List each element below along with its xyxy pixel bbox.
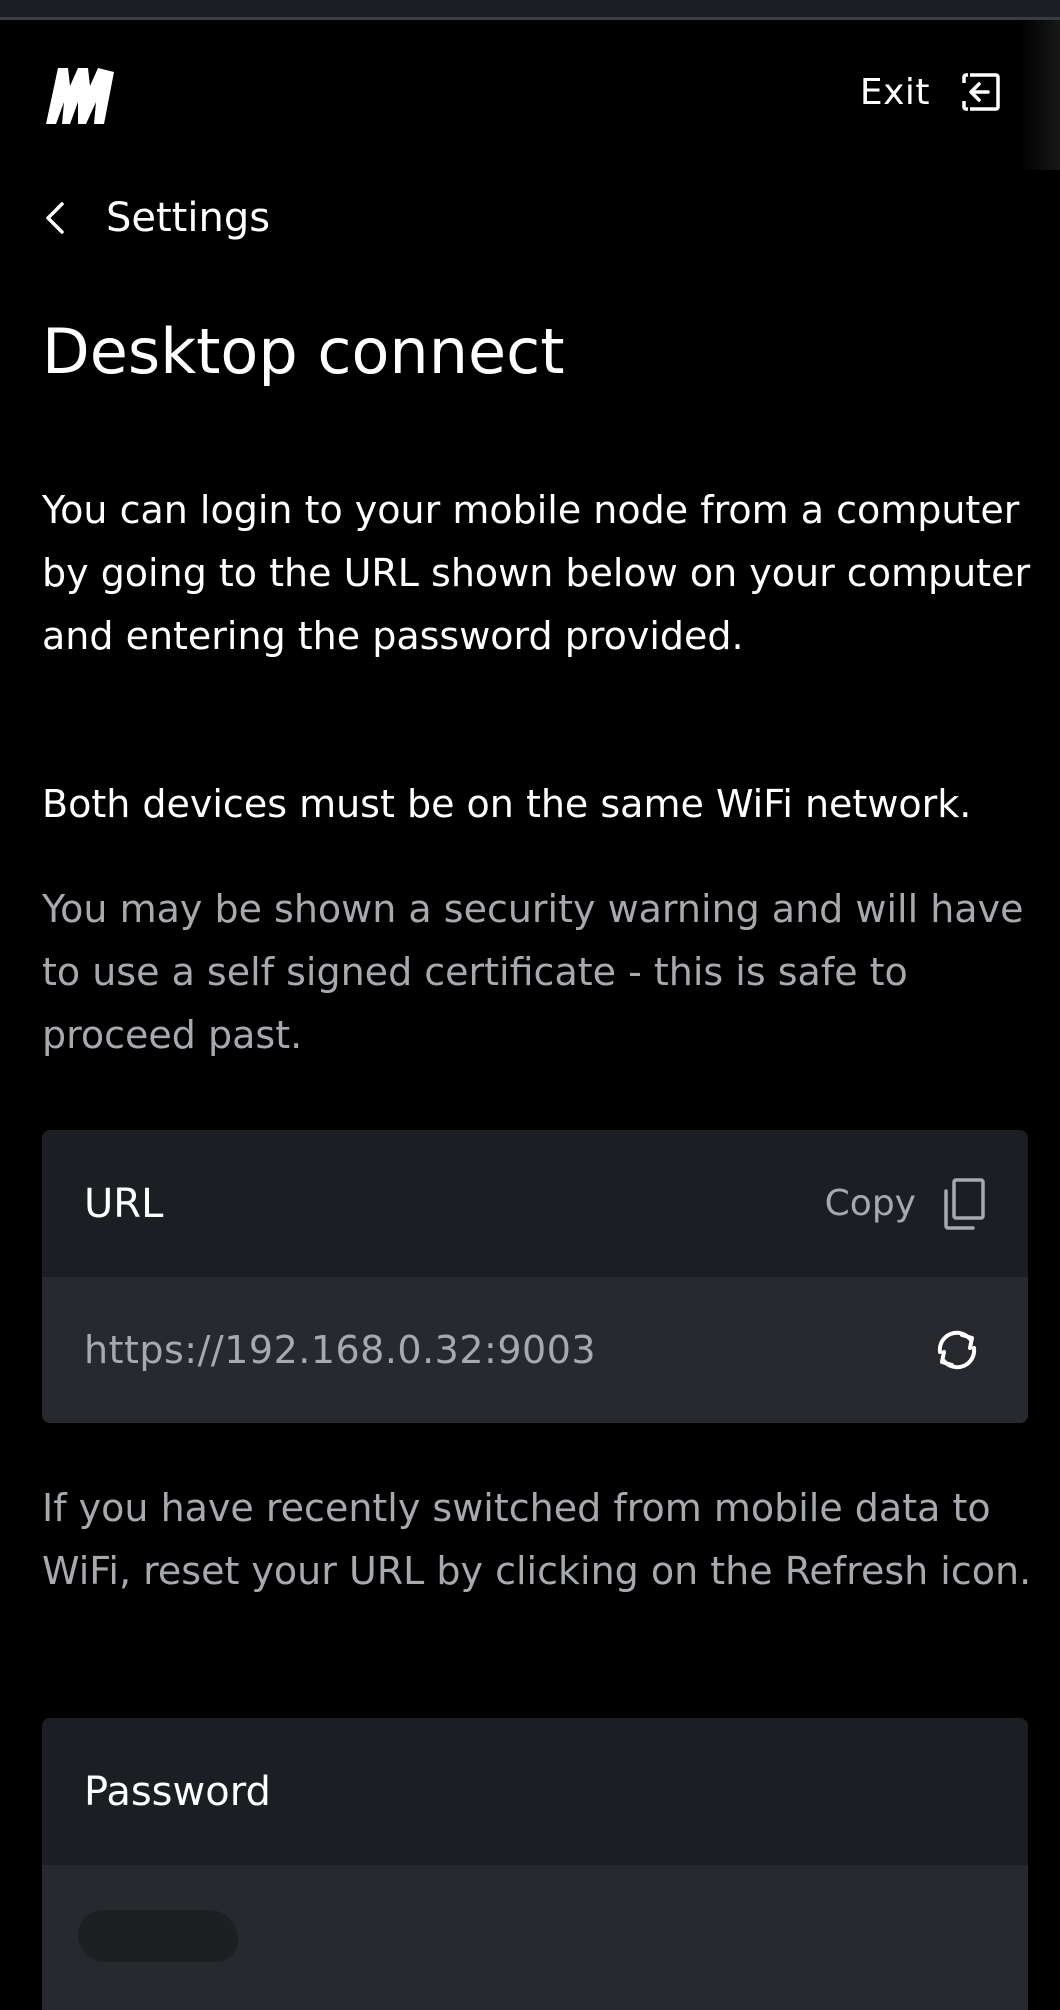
url-card-body: https://192.168.0.32:9003: [42, 1277, 1028, 1423]
url-card: URL Copy https://192.168.0.32:9003: [42, 1130, 1028, 1423]
exit-label: Exit: [859, 71, 930, 113]
exit-icon: [962, 73, 1000, 111]
password-card-body: [42, 1865, 1028, 2010]
copy-url-button[interactable]: Copy: [825, 1177, 986, 1231]
url-value[interactable]: https://192.168.0.32:9003: [84, 1328, 596, 1372]
intro-text: You can login to your mobile node from a…: [42, 488, 1031, 658]
back-to-settings-button[interactable]: Settings: [42, 188, 270, 248]
password-card: Password: [42, 1718, 1028, 2010]
copy-icon: [944, 1177, 985, 1230]
reset-url-note: If you have recently switched from mobil…: [42, 1486, 1032, 1593]
chevron-left-icon: [46, 202, 64, 234]
security-note: You may be shown a security warning and …: [42, 887, 1024, 1057]
refresh-icon[interactable]: [928, 1326, 986, 1374]
copy-label: Copy: [824, 1183, 916, 1224]
app-header: Exit: [0, 20, 1060, 170]
brand-logo-icon: [46, 68, 114, 124]
password-card-header: Password: [42, 1718, 1028, 1865]
wifi-note: Both devices must be on the same WiFi ne…: [42, 782, 972, 826]
header-edge-shade: [1020, 20, 1060, 170]
status-bar: [0, 0, 1060, 20]
back-label: Settings: [106, 195, 271, 241]
url-card-header: URL Copy: [42, 1130, 1028, 1277]
page-title: Desktop connect: [42, 315, 565, 388]
exit-button[interactable]: Exit: [860, 68, 1002, 116]
password-card-title: Password: [84, 1768, 271, 1815]
password-redacted-value: [78, 1910, 238, 1962]
url-card-title: URL: [84, 1180, 164, 1227]
